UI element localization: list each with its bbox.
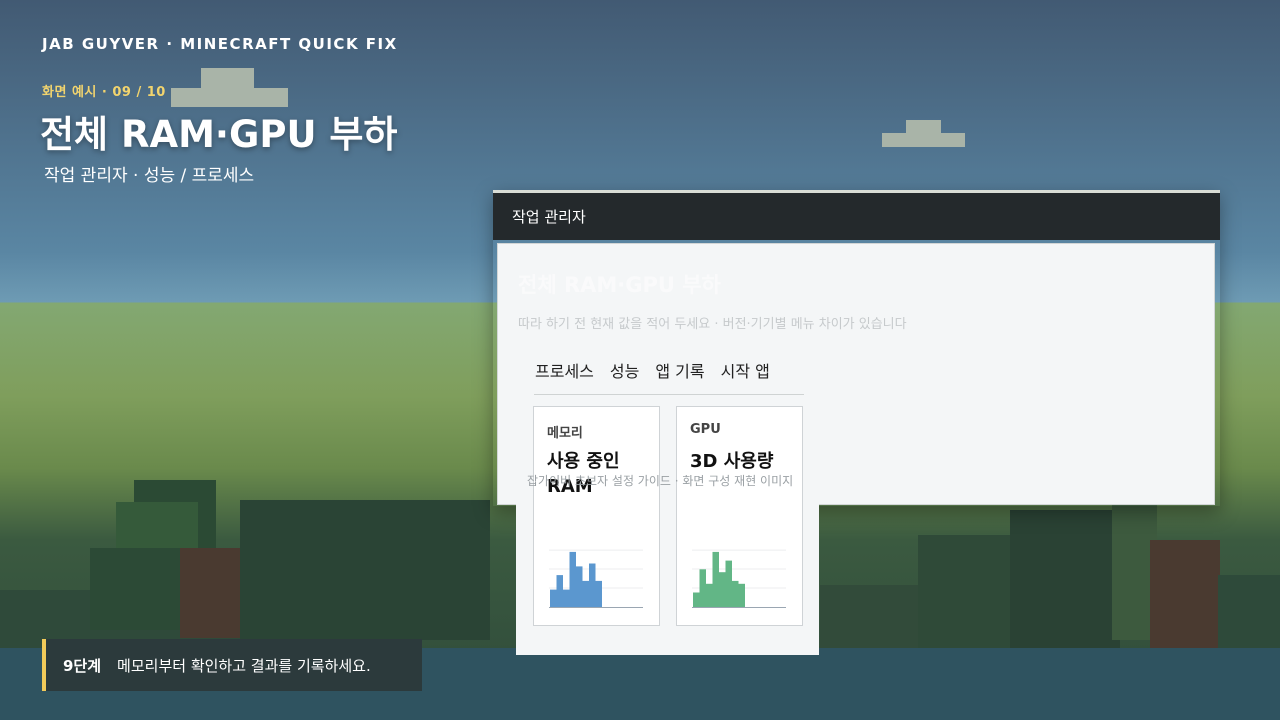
terrain-block (1218, 575, 1280, 650)
chart-bar (556, 575, 563, 607)
step-number: 9단계 (63, 656, 102, 675)
chart-bar (569, 551, 576, 607)
card-category: GPU (690, 422, 721, 437)
terrain-block (240, 500, 490, 640)
ghost-title: 전체 RAM·GPU 부하 (518, 273, 721, 297)
chart-bar (719, 572, 726, 607)
tab-performance[interactable]: 성능 (610, 358, 639, 382)
brand-label: JAB GUYVER · MINECRAFT QUICK FIX (42, 35, 398, 53)
chart-bar (589, 563, 596, 607)
chart-bar (738, 583, 745, 607)
chart-bar (595, 580, 602, 607)
chart-bar (725, 560, 732, 607)
gpu-usage-chart (692, 549, 786, 608)
chart-bar (550, 589, 557, 607)
cloud (906, 120, 941, 134)
cloud (882, 133, 965, 147)
chart-bar (706, 583, 713, 607)
overlay-caption: 잡가이버 초보자 설정 가이드 · 화면 구성 재현 이미지 (527, 474, 794, 488)
gpu-card[interactable]: GPU 3D 사용량 (676, 406, 803, 626)
tab-bar: 프로세스 성능 앱 기록 시작 앱 (535, 358, 770, 382)
chart-bar (732, 580, 739, 607)
tab-app-history[interactable]: 앱 기록 (655, 358, 704, 382)
terrain-block (1010, 510, 1120, 650)
step-instruction: 9단계 메모리부터 확인하고 결과를 기록하세요. (42, 639, 422, 691)
tab-divider (534, 394, 804, 395)
terrain-block (1150, 540, 1220, 650)
tab-processes[interactable]: 프로세스 (535, 358, 594, 382)
chart-bar (699, 569, 706, 607)
chart-bar (576, 566, 583, 607)
chart-bar (582, 580, 589, 607)
page-title: 전체 RAM·GPU 부하 (40, 113, 398, 156)
chart-bar (563, 589, 570, 607)
card-title: 3D 사용량 (690, 451, 774, 472)
cloud (201, 68, 254, 88)
terrain-block (918, 535, 1018, 650)
screen-counter: 화면 예시 · 09 / 10 (42, 85, 166, 100)
step-text: 메모리부터 확인하고 결과를 기록하세요. (117, 656, 371, 675)
page-subtitle: 작업 관리자 · 성능 / 프로세스 (44, 166, 255, 186)
window-titlebar[interactable]: 작업 관리자 (493, 193, 1220, 240)
guide-note: 따라 하기 전 현재 값을 적어 두세요 · 버전·기기별 메뉴 차이가 있습니… (518, 317, 907, 332)
chart-bar (693, 592, 700, 607)
card-category: 메모리 (547, 426, 583, 441)
memory-usage-chart (549, 549, 643, 608)
chart-bar (712, 551, 719, 607)
memory-card[interactable]: 메모리 사용 중인 RAM (533, 406, 660, 626)
tab-startup-apps[interactable]: 시작 앱 (721, 358, 770, 382)
window-title: 작업 관리자 (512, 208, 586, 226)
